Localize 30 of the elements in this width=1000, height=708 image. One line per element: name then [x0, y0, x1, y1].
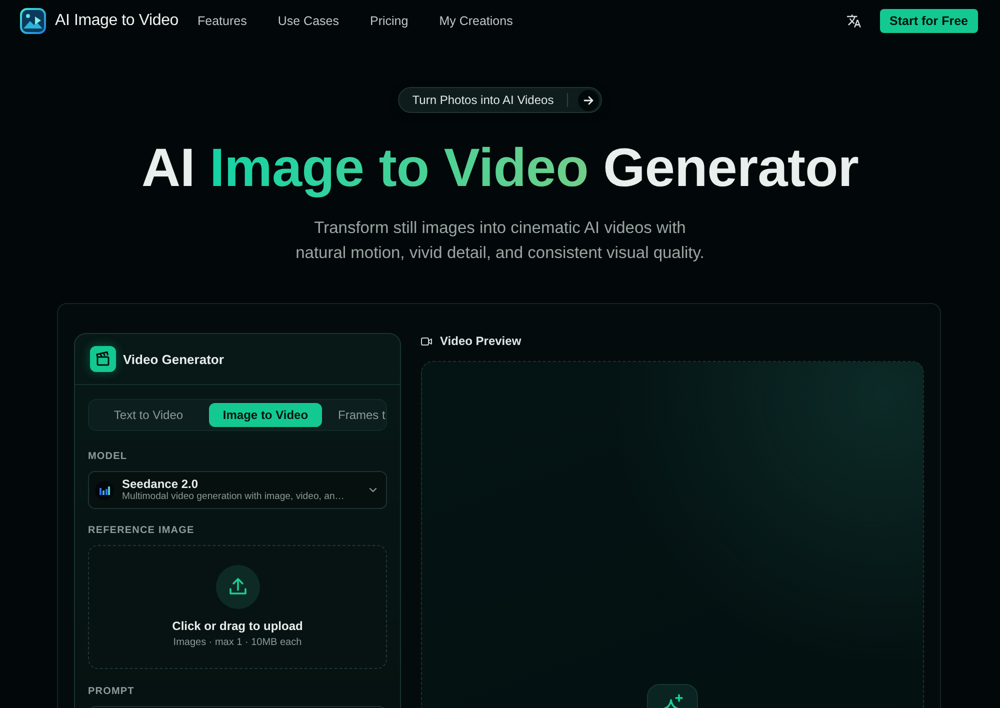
translate-icon[interactable]: [846, 14, 860, 28]
nav-link[interactable]: Use Cases: [278, 14, 339, 28]
brand-name[interactable]: AI Image to Video: [55, 12, 178, 30]
card-title: Video Generator: [123, 352, 224, 366]
nav-link[interactable]: Features: [198, 14, 247, 28]
upload-hint: Images · max 1 · 10MB each: [173, 636, 302, 649]
tab[interactable]: Frames t: [326, 403, 386, 427]
chevron-down-icon: [368, 485, 378, 495]
model-name: Seedance 2.0: [122, 477, 200, 491]
start-button[interactable]: Start for Free: [880, 9, 978, 33]
upload-title: Click or drag to upload: [172, 618, 303, 634]
nav-link[interactable]: Pricing: [370, 14, 408, 28]
logo-icon[interactable]: [20, 8, 46, 34]
model-description: Multimodal video generation with image, video, an…: [122, 491, 346, 503]
nav-link[interactable]: My Creations: [439, 14, 513, 28]
upload-icon: [216, 565, 260, 609]
bars-logo-icon: [95, 480, 114, 500]
model-select[interactable]: Seedance 2.0 Multimodal video generation with image, video, an…: [88, 471, 387, 509]
tab[interactable]: Text to Video: [92, 403, 205, 427]
upload-dropzone[interactable]: Click or drag to upload Images · max 1 · 10MB each: [88, 545, 387, 669]
tab[interactable]: Image to Video: [209, 403, 322, 427]
field-label: PROMPT: [88, 686, 136, 698]
field-label: MODEL: [88, 451, 128, 463]
clapperboard-icon: [90, 346, 116, 372]
field-label: REFERENCE IMAGE: [88, 525, 196, 537]
preview-title: Video Preview: [440, 334, 522, 348]
announcement-link[interactable]: Turn Photos into AI Videos: [398, 87, 602, 113]
arrow-right-icon: [578, 90, 599, 110]
video-camera-icon: [421, 336, 432, 346]
hero-subtitle: Transform still images into cinematic AI videos with natural motion, vivid detail, and consistent visual quality.: [296, 218, 704, 264]
